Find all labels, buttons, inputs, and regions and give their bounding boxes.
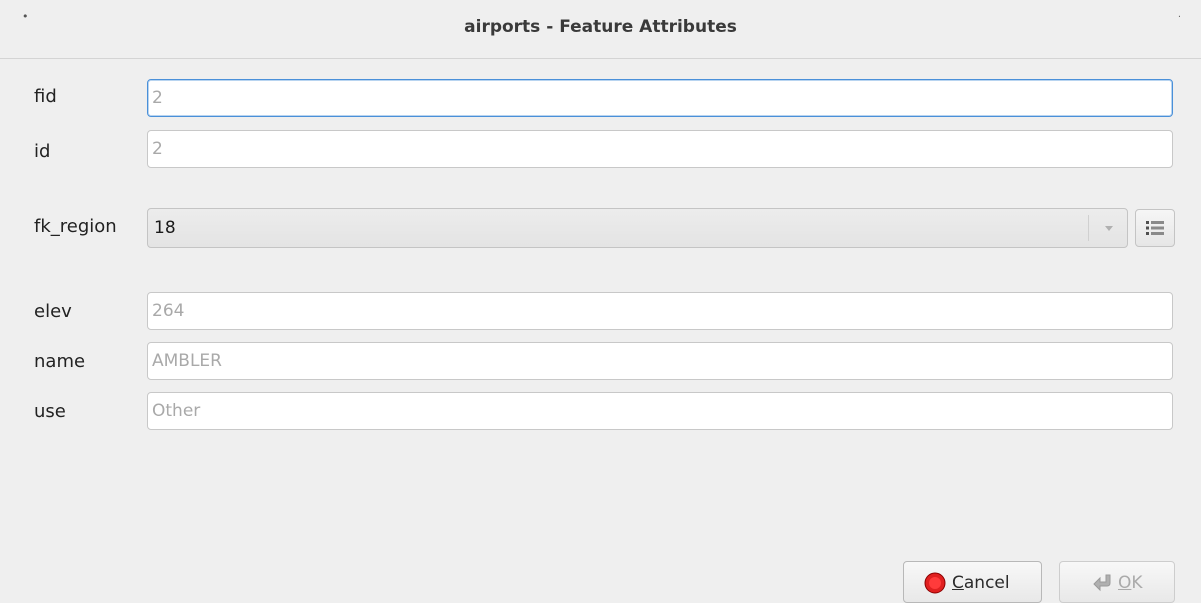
name-field[interactable] xyxy=(147,342,1173,380)
use-field[interactable] xyxy=(147,392,1173,430)
name-label: name xyxy=(34,351,86,372)
ok-button[interactable]: OK xyxy=(1059,561,1175,603)
id-label: id xyxy=(34,141,51,162)
title-bar[interactable]: • airports - Feature Attributes · xyxy=(0,0,1201,59)
fk-region-label: fk_region xyxy=(34,216,117,237)
ok-button-label: OK xyxy=(1118,573,1143,593)
fk-region-value: 18 xyxy=(154,218,176,238)
use-label: use xyxy=(34,401,66,422)
combo-separator xyxy=(1088,215,1089,241)
id-field[interactable] xyxy=(147,130,1173,168)
ok-arrow-icon xyxy=(1093,574,1111,592)
cancel-button-label: Cancel xyxy=(952,573,1010,593)
elev-label: elev xyxy=(34,301,72,322)
chevron-down-icon[interactable] xyxy=(1105,226,1113,231)
fk-region-combobox[interactable]: 18 xyxy=(147,208,1128,248)
feature-attributes-dialog: • airports - Feature Attributes · fid id… xyxy=(0,0,1201,603)
open-form-icon xyxy=(1146,221,1164,235)
elev-field[interactable] xyxy=(147,292,1173,330)
window-title: airports - Feature Attributes xyxy=(464,17,737,37)
window-close-icon[interactable]: · xyxy=(1178,12,1181,23)
stop-icon xyxy=(924,572,946,594)
fid-label: fid xyxy=(34,86,57,107)
cancel-button[interactable]: Cancel xyxy=(903,561,1042,603)
fid-field[interactable] xyxy=(147,79,1173,117)
open-form-button[interactable] xyxy=(1135,209,1175,247)
